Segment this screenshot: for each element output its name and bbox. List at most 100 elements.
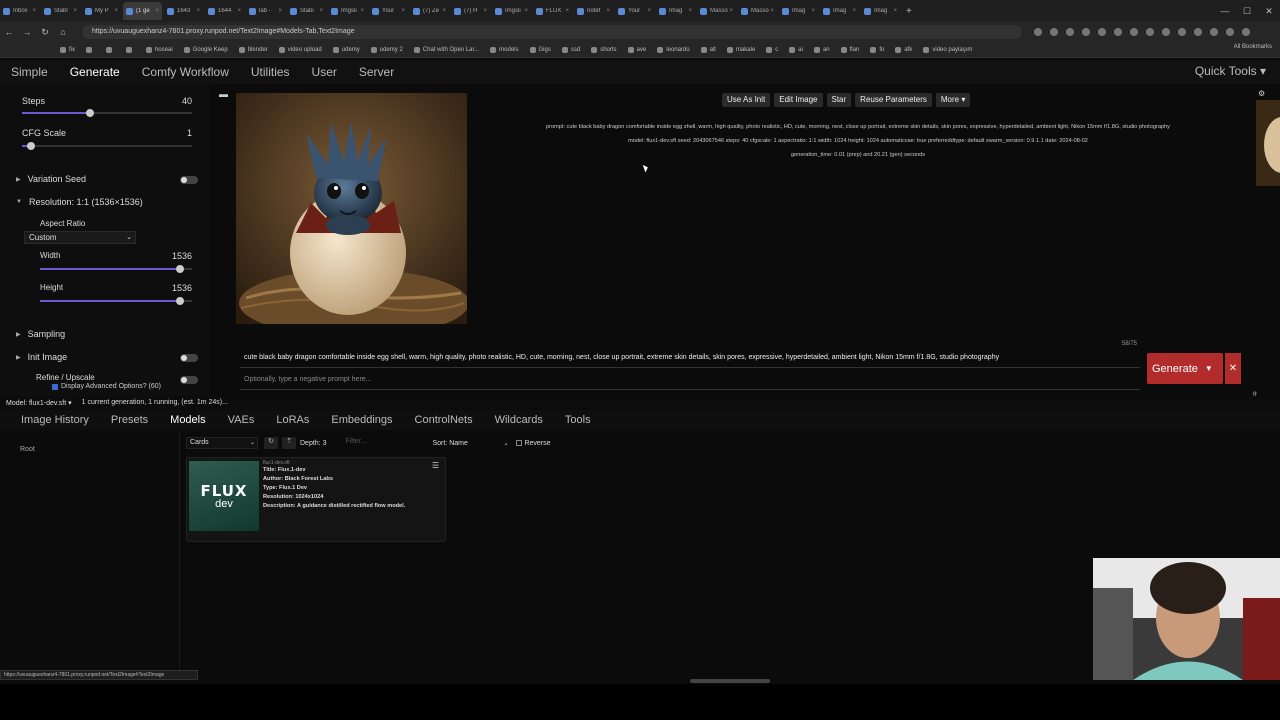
close-tab-icon[interactable]: × xyxy=(852,8,856,14)
depth-control[interactable]: Depth: 3 xyxy=(300,440,326,447)
history-thumbnail[interactable] xyxy=(1256,100,1280,186)
cfg-scale-slider[interactable] xyxy=(22,142,192,150)
browser-tab[interactable]: Masso × xyxy=(697,2,736,20)
reverse-checkbox[interactable]: Reverse xyxy=(516,440,551,447)
bookmark-item[interactable] xyxy=(86,46,95,53)
close-tab-icon[interactable]: × xyxy=(524,8,528,14)
init-image-toggle[interactable] xyxy=(180,354,198,362)
tab-loras[interactable]: LoRAs xyxy=(265,414,320,426)
quick-tools-menu[interactable]: Quick Tools ▾ xyxy=(1195,64,1266,78)
extension-icon[interactable] xyxy=(1210,28,1218,36)
refine-upscale-section[interactable]: Refine / Upscale xyxy=(36,373,95,382)
browser-tab[interactable]: My P × xyxy=(82,2,121,20)
extension-icon[interactable] xyxy=(1194,28,1202,36)
browser-tab[interactable]: 1643 × xyxy=(164,2,203,20)
edit-image-button[interactable]: Edit Image xyxy=(774,93,823,107)
width-value[interactable]: 1536 xyxy=(172,251,192,261)
resolution-section[interactable]: ▼ Resolution: 1:1 (1536×1536) xyxy=(16,197,143,207)
close-tab-icon[interactable]: × xyxy=(278,8,282,14)
model-card[interactable]: FLUX dev flux1-dev.sft Title: Flux.1-dev… xyxy=(186,457,446,542)
extension-icon[interactable] xyxy=(1178,28,1186,36)
height-value[interactable]: 1536 xyxy=(172,283,192,293)
tab-wildcards[interactable]: Wildcards xyxy=(484,414,554,426)
browser-tab[interactable]: (7) Ze × xyxy=(410,2,449,20)
extension-icon[interactable] xyxy=(1098,28,1106,36)
interrupt-button[interactable]: ✕ xyxy=(1225,353,1241,384)
bookmark-item[interactable]: blender xyxy=(238,46,268,53)
browser-tab[interactable]: Stabi × xyxy=(287,2,326,20)
variation-seed-toggle[interactable] xyxy=(180,176,198,184)
browser-tab[interactable]: (1 ge × xyxy=(123,2,162,20)
height-slider[interactable] xyxy=(40,297,192,305)
maximize-icon[interactable]: ☐ xyxy=(1236,6,1258,17)
bookmark-item[interactable]: leonardo xyxy=(657,46,690,53)
extension-icon[interactable] xyxy=(1114,28,1122,36)
close-tab-icon[interactable]: × xyxy=(606,8,610,14)
generate-button[interactable]: Generate ▼ xyxy=(1147,353,1223,384)
bookmark-item[interactable]: an xyxy=(813,46,830,53)
browser-tab[interactable]: lab - × xyxy=(246,2,285,20)
profile-icon[interactable] xyxy=(1226,28,1234,36)
forward-icon[interactable]: → xyxy=(18,27,36,37)
home-icon[interactable]: ⌂ xyxy=(54,27,72,37)
steps-slider[interactable] xyxy=(22,109,192,117)
bookmark-item[interactable]: afk xyxy=(895,46,912,53)
more-button[interactable]: More ▾ xyxy=(935,93,971,107)
browser-tab[interactable]: (7) H × xyxy=(451,2,490,20)
use-as-init-button[interactable]: Use As Init xyxy=(722,93,771,107)
tab-simple[interactable]: Simple xyxy=(0,60,59,84)
browser-tab[interactable]: FLUX × xyxy=(533,2,572,20)
close-tab-icon[interactable]: × xyxy=(114,8,118,14)
tab-controlnets[interactable]: ControlNets xyxy=(404,414,484,426)
browser-tab[interactable]: notef × xyxy=(574,2,613,20)
close-tab-icon[interactable]: × xyxy=(237,8,241,14)
close-tab-icon[interactable]: × xyxy=(155,8,159,14)
steps-value[interactable]: 40 xyxy=(182,96,192,106)
url-field[interactable]: https://uvuauguexhanz4-7801.proxy.runpod… xyxy=(82,25,1022,39)
close-tab-icon[interactable]: × xyxy=(73,8,77,14)
close-tab-icon[interactable]: × xyxy=(688,8,692,14)
browser-tab[interactable]: Imag × xyxy=(820,2,859,20)
tab-presets[interactable]: Presets xyxy=(100,414,159,426)
bookmark-item[interactable]: fo xyxy=(870,46,884,53)
up-folder-icon[interactable]: ⇡ xyxy=(282,437,296,449)
browser-tab[interactable]: Your × xyxy=(615,2,654,20)
tab-user[interactable]: User xyxy=(301,60,348,84)
browser-tab[interactable]: Imag × xyxy=(656,2,695,20)
close-tab-icon[interactable]: × xyxy=(483,8,487,14)
chevron-down-icon[interactable]: ▼ xyxy=(1205,364,1213,373)
star-icon[interactable] xyxy=(1050,28,1058,36)
browser-tab[interactable]: Imag × xyxy=(779,2,818,20)
close-tab-icon[interactable]: × xyxy=(196,8,200,14)
tab-tools[interactable]: Tools xyxy=(554,414,602,426)
browser-tab[interactable]: Imgsli × xyxy=(328,2,367,20)
browser-tab[interactable]: Imag × xyxy=(861,2,900,20)
close-tab-icon[interactable]: × xyxy=(32,8,36,14)
sampling-section[interactable]: ▶ Sampling xyxy=(16,329,65,339)
tab-models[interactable]: Models xyxy=(159,414,216,426)
bookmark-item[interactable]: alt xyxy=(700,46,716,53)
all-bookmarks[interactable]: All Bookmarks xyxy=(1234,44,1272,50)
bookmark-item[interactable]: Gigs xyxy=(529,46,551,53)
bookmark-item[interactable]: hoseai xyxy=(146,46,173,53)
negative-prompt-input[interactable]: Optionally, type a negative prompt here.… xyxy=(240,372,1140,390)
settings-icon[interactable]: ⚙ xyxy=(1258,89,1265,98)
bookmark-item[interactable]: shorts xyxy=(591,46,617,53)
refine-toggle[interactable] xyxy=(180,376,198,384)
bookmark-item[interactable]: ai xyxy=(789,46,803,53)
horizontal-scrollbar[interactable] xyxy=(690,679,770,683)
bookmark-item[interactable]: makale xyxy=(726,46,755,53)
bookmark-item[interactable]: Chat with Open Lar... xyxy=(413,46,479,53)
tab-embeddings[interactable]: Embeddings xyxy=(320,414,403,426)
model-select[interactable]: Model: flux1-dev.sft ▾ xyxy=(6,399,72,407)
bookmark-item[interactable]: c xyxy=(766,46,778,53)
bookmark-item[interactable]: ave xyxy=(627,46,646,53)
bookmark-item[interactable]: video upload xyxy=(278,46,322,53)
tree-root[interactable]: Root xyxy=(20,446,35,453)
close-tab-icon[interactable]: × xyxy=(647,8,651,14)
reload-icon[interactable]: ↻ xyxy=(36,27,54,38)
aspect-ratio-select[interactable]: Custom ⌄ xyxy=(24,231,136,244)
close-tab-icon[interactable]: × xyxy=(319,8,323,14)
browser-tab[interactable]: Your × xyxy=(369,2,408,20)
close-window-icon[interactable]: ✕ xyxy=(1258,6,1280,17)
